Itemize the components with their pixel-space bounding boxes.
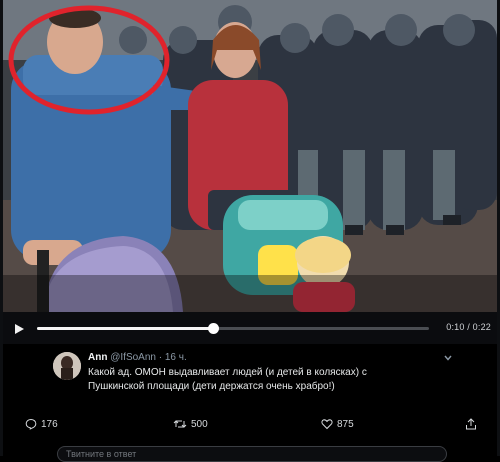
tweet-time[interactable]: · 16 ч. [159,352,187,363]
progress-handle[interactable] [208,323,220,334]
reply-input[interactable]: Твитните в ответ [57,446,447,462]
chevron-down-icon [444,355,452,361]
progress-fill [37,327,214,330]
tweet-text-line: Какой ад. ОМОН выдавливает людей (и дете… [88,367,367,378]
video-frame [3,0,497,312]
author-name[interactable]: Ann [88,352,107,363]
like-count: 875 [337,418,354,430]
share-icon [466,418,476,430]
screenshot-frame: 0:10 / 0:22 Ann @IfSoAnn · 16 ч. Какой а… [0,0,500,462]
play-icon [15,324,24,334]
tweet: Ann @IfSoAnn · 16 ч. Какой ад. ОМОН выда… [3,344,497,462]
reply-icon [25,418,37,430]
avatar[interactable] [53,352,81,380]
reply-button[interactable]: 176 [25,418,58,430]
tweet-text: Какой ад. ОМОН выдавливает людей (и дете… [88,366,408,394]
share-button[interactable] [465,418,481,430]
retweet-button[interactable]: 500 [173,418,208,430]
play-button[interactable] [13,322,25,334]
time-display: 0:10 / 0:22 [446,322,491,332]
video-controls: 0:10 / 0:22 [3,312,497,344]
retweet-icon [173,420,187,428]
video-player[interactable] [3,0,497,312]
tweet-header: Ann @IfSoAnn · 16 ч. [88,352,187,363]
more-button[interactable] [443,350,453,361]
tweet-actions: 176 500 875 [3,418,497,434]
retweet-count: 500 [191,418,208,430]
author-handle[interactable]: @IfSoAnn [110,352,156,363]
like-icon [321,419,333,430]
avatar-image [53,352,81,380]
progress-bar[interactable] [37,323,429,334]
tweet-text-line: Пушкинской площади (дети держатся очень … [88,381,335,392]
like-button[interactable]: 875 [321,418,354,430]
reply-count: 176 [41,418,58,430]
